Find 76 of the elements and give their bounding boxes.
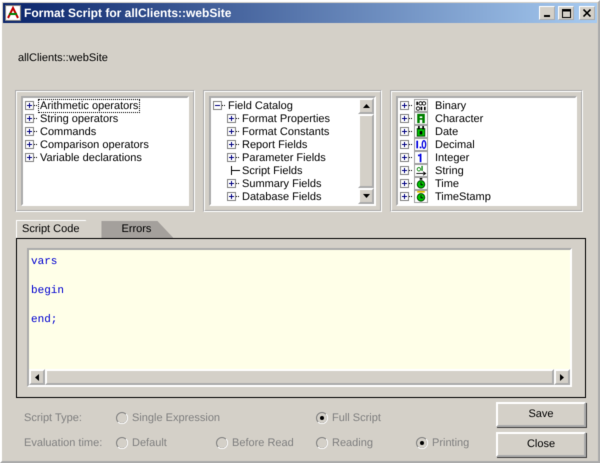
expand-icon[interactable] (25, 101, 38, 110)
code-editor[interactable]: vars begin end; (29, 250, 570, 369)
scroll-thumb[interactable] (358, 114, 374, 188)
scroll-up-button[interactable] (358, 98, 374, 114)
window-title: Format Script for allClients::webSite (24, 5, 232, 22)
calendar-icon (414, 125, 428, 138)
tree-item[interactable]: String (433, 164, 466, 178)
close-icon (583, 9, 591, 17)
minimize-button[interactable] (539, 6, 555, 20)
left-arrow-icon (34, 374, 39, 380)
tree-item[interactable]: Integer (433, 150, 472, 164)
code-line: begin (31, 284, 66, 298)
tree-item[interactable]: Variable declarations (38, 150, 144, 164)
tree-item[interactable]: Summary Fields (240, 176, 324, 190)
dialog-button[interactable]: Close (496, 432, 586, 457)
tree-item[interactable]: Comparison operators (38, 138, 151, 152)
close-button[interactable] (579, 6, 595, 20)
expand-icon[interactable] (227, 127, 240, 136)
expand-icon[interactable] (400, 192, 413, 201)
expand-icon[interactable] (227, 140, 240, 149)
maximize-button[interactable] (558, 6, 574, 20)
dialog-button[interactable]: Save (496, 402, 586, 427)
expand-icon[interactable] (400, 153, 413, 162)
timestamp-icon (414, 190, 428, 203)
binary-icon (414, 99, 428, 112)
tree-item[interactable]: Arithmetic operators (38, 98, 140, 112)
tree-item[interactable]: Database Fields (240, 190, 324, 204)
scroll-right-button[interactable] (554, 369, 570, 385)
tree-item[interactable]: Binary (433, 98, 468, 112)
app-icon (5, 5, 21, 21)
tree-item[interactable]: TimeStamp (433, 190, 493, 204)
right-arrow-icon (560, 374, 564, 380)
option-label: Script Type: (24, 411, 83, 426)
tab[interactable]: Errors (101, 221, 174, 238)
tree-item[interactable]: Format Properties (240, 112, 332, 126)
expand-icon[interactable] (400, 179, 413, 188)
up-arrow-icon (362, 104, 370, 108)
option-label: Evaluation time: (24, 436, 104, 451)
code-line: end; (31, 313, 58, 327)
expand-icon[interactable] (400, 101, 413, 110)
path-label: allClients::webSite (18, 51, 109, 64)
tree-item[interactable]: Field Catalog (226, 98, 295, 112)
expand-icon[interactable] (227, 179, 240, 188)
code-line: vars (31, 255, 58, 269)
tree-item[interactable]: Character (433, 112, 486, 126)
maximize-icon (562, 8, 570, 18)
tree-item[interactable]: String operators (38, 112, 120, 126)
expand-icon[interactable] (25, 153, 38, 162)
expand-icon[interactable] (25, 140, 38, 149)
string-icon (414, 164, 428, 177)
expand-icon[interactable] (25, 114, 38, 123)
expand-icon[interactable] (227, 114, 240, 123)
scroll-down-button[interactable] (358, 188, 374, 204)
tree-item[interactable]: Format Constants (240, 124, 332, 138)
expand-icon[interactable] (400, 114, 413, 123)
minimize-icon (544, 15, 550, 17)
expand-icon[interactable] (400, 140, 413, 149)
tree-item[interactable]: Date (433, 124, 460, 138)
expand-icon[interactable] (227, 192, 240, 201)
decimal-icon (414, 138, 428, 151)
scroll-left-button[interactable] (29, 369, 45, 385)
integer-icon (414, 151, 428, 164)
expand-icon[interactable] (400, 127, 413, 136)
expand-icon[interactable] (25, 127, 38, 136)
expand-icon[interactable] (227, 153, 240, 162)
tree-item[interactable]: Commands (38, 124, 98, 138)
clock-icon (414, 177, 428, 190)
tree-item[interactable]: Script Fields (240, 164, 305, 178)
down-arrow-icon (362, 194, 370, 198)
tree-item[interactable]: Parameter Fields (240, 150, 328, 164)
character-icon (414, 112, 428, 125)
tree-item[interactable]: Decimal (433, 138, 477, 152)
collapse-icon[interactable] (213, 101, 226, 110)
tree-item[interactable]: Time (433, 176, 462, 190)
tree-item[interactable]: Report Fields (240, 138, 310, 152)
expand-icon[interactable] (400, 166, 413, 175)
